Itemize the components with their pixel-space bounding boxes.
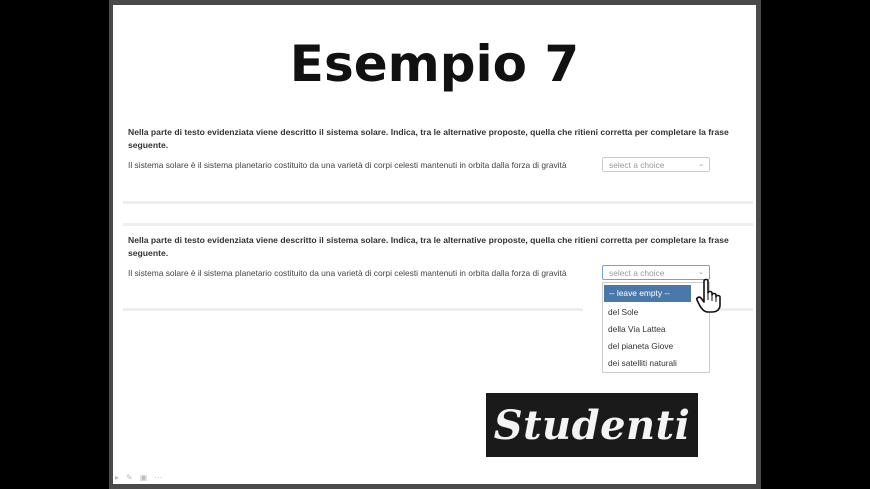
question-1-select[interactable]: select a choice ⌄ — [602, 157, 710, 172]
question-1: Nella parte di testo evidenziata viene d… — [128, 126, 748, 172]
logo-text: Studenti — [493, 401, 691, 449]
dropdown-option[interactable]: dei satelliti naturali — [603, 355, 709, 372]
separator — [123, 201, 753, 204]
studenti-logo: Studenti — [486, 393, 698, 457]
chevron-down-icon: ⌄ — [698, 161, 704, 168]
toolbar-icon[interactable]: ✎ — [126, 473, 140, 482]
toolbar-icon[interactable]: ⋯ — [154, 473, 169, 482]
question-1-select-placeholder: select a choice — [609, 160, 665, 170]
toolbar-icon[interactable]: ▸ — [115, 473, 126, 482]
question-2-sentence: Il sistema solare è il sistema planetari… — [128, 268, 567, 278]
dropdown-option[interactable]: della Via Lattea — [603, 321, 709, 338]
separator — [123, 308, 583, 311]
slide: Esempio 7 Nella parte di testo evidenzia… — [113, 5, 756, 484]
question-2-dropdown: -- leave empty -- del Sole della Via Lat… — [602, 282, 710, 373]
chevron-down-icon: ⌄ — [698, 269, 704, 276]
question-2-prompt: Nella parte di testo evidenziata viene d… — [128, 235, 729, 258]
dropdown-option[interactable]: del Sole — [603, 304, 709, 321]
dropdown-option[interactable]: del pianeta Giove — [603, 338, 709, 355]
slide-title: Esempio 7 — [289, 35, 580, 93]
hand-pointer-icon — [696, 278, 721, 313]
separator — [123, 223, 753, 226]
question-2-select-placeholder: select a choice — [609, 268, 665, 278]
question-2: Nella parte di testo evidenziata viene d… — [128, 234, 748, 373]
question-2-select[interactable]: select a choice ⌄ — [602, 265, 710, 280]
dropdown-option[interactable]: -- leave empty -- — [604, 285, 691, 302]
question-1-prompt: Nella parte di testo evidenziata viene d… — [128, 127, 729, 150]
question-1-sentence: Il sistema solare è il sistema planetari… — [128, 160, 567, 170]
presentation-toolbar: ▸✎▣⋯ — [115, 473, 169, 482]
toolbar-icon[interactable]: ▣ — [140, 473, 155, 482]
